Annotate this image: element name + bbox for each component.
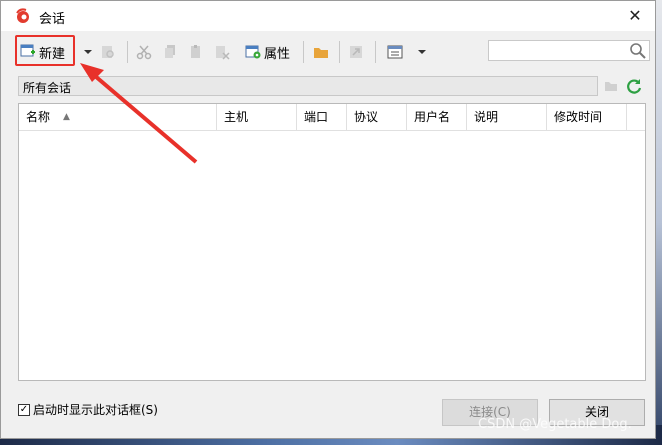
toolbar-separator (339, 41, 340, 63)
column-header-host[interactable]: 主机 (217, 104, 297, 130)
copy-icon[interactable] (162, 44, 178, 60)
table-header: 名称 ▲ 主机 端口 协议 用户名 说明 修改时间 (19, 104, 645, 131)
cut-icon[interactable] (136, 44, 152, 60)
close-window-button[interactable]: ✕ (623, 4, 647, 28)
properties-button[interactable]: 属性 (264, 43, 290, 62)
toolbar-separator (303, 41, 304, 63)
paste-icon[interactable] (188, 44, 204, 60)
folder-path-bar[interactable]: 所有会话 (18, 76, 598, 96)
window-title: 会话 (39, 12, 66, 27)
search-input[interactable] (488, 40, 650, 61)
folder-icon[interactable] (313, 44, 329, 60)
toolbar-separator (375, 41, 376, 63)
show-on-startup-label: 启动时显示此对话框(S) (33, 403, 158, 417)
export-icon[interactable] (348, 44, 364, 60)
new-session-button[interactable]: 新建 (15, 35, 75, 66)
delete-icon[interactable] (214, 44, 230, 60)
checkbox-checkmark-icon[interactable]: ✓ (18, 403, 30, 416)
column-header-modified-time[interactable]: 修改时间 (547, 104, 627, 130)
watermark-text: CSDN @Vegetable Dog. (478, 417, 632, 432)
column-header-protocol[interactable]: 协议 (347, 104, 407, 130)
view-dropdown-chevron-icon[interactable] (417, 49, 427, 55)
toolbar-separator (127, 41, 128, 63)
folder-up-icon[interactable] (604, 79, 618, 93)
search-icon[interactable] (629, 42, 647, 60)
show-on-startup-checkbox[interactable]: ✓ 启动时显示此对话框(S) (18, 401, 158, 418)
column-header-port[interactable]: 端口 (297, 104, 347, 130)
new-dropdown-chevron-icon[interactable] (83, 49, 93, 55)
app-logo-icon (16, 8, 29, 23)
column-header-username[interactable]: 用户名 (407, 104, 467, 130)
find-icon[interactable] (100, 44, 116, 60)
column-header-description[interactable]: 说明 (467, 104, 547, 130)
refresh-icon[interactable] (625, 77, 643, 95)
view-details-icon[interactable] (387, 44, 403, 60)
properties-icon (245, 45, 261, 59)
new-session-label: 新建 (39, 47, 66, 62)
folder-path-label: 所有会话 (23, 81, 72, 95)
column-header-name[interactable]: 名称 ▲ (19, 104, 217, 130)
sort-ascending-icon: ▲ (63, 112, 70, 122)
sessions-table[interactable]: 名称 ▲ 主机 端口 协议 用户名 说明 修改时间 (18, 103, 646, 381)
sessions-dialog: 会话 ✕ 新建 属性 所有会话 名称 ▲ 主机 端口 协议 用户名 说明 修改时… (0, 0, 656, 439)
toolbar: 新建 属性 (1, 35, 655, 69)
new-session-icon (20, 44, 35, 57)
title-bar: 会话 ✕ (1, 1, 655, 31)
